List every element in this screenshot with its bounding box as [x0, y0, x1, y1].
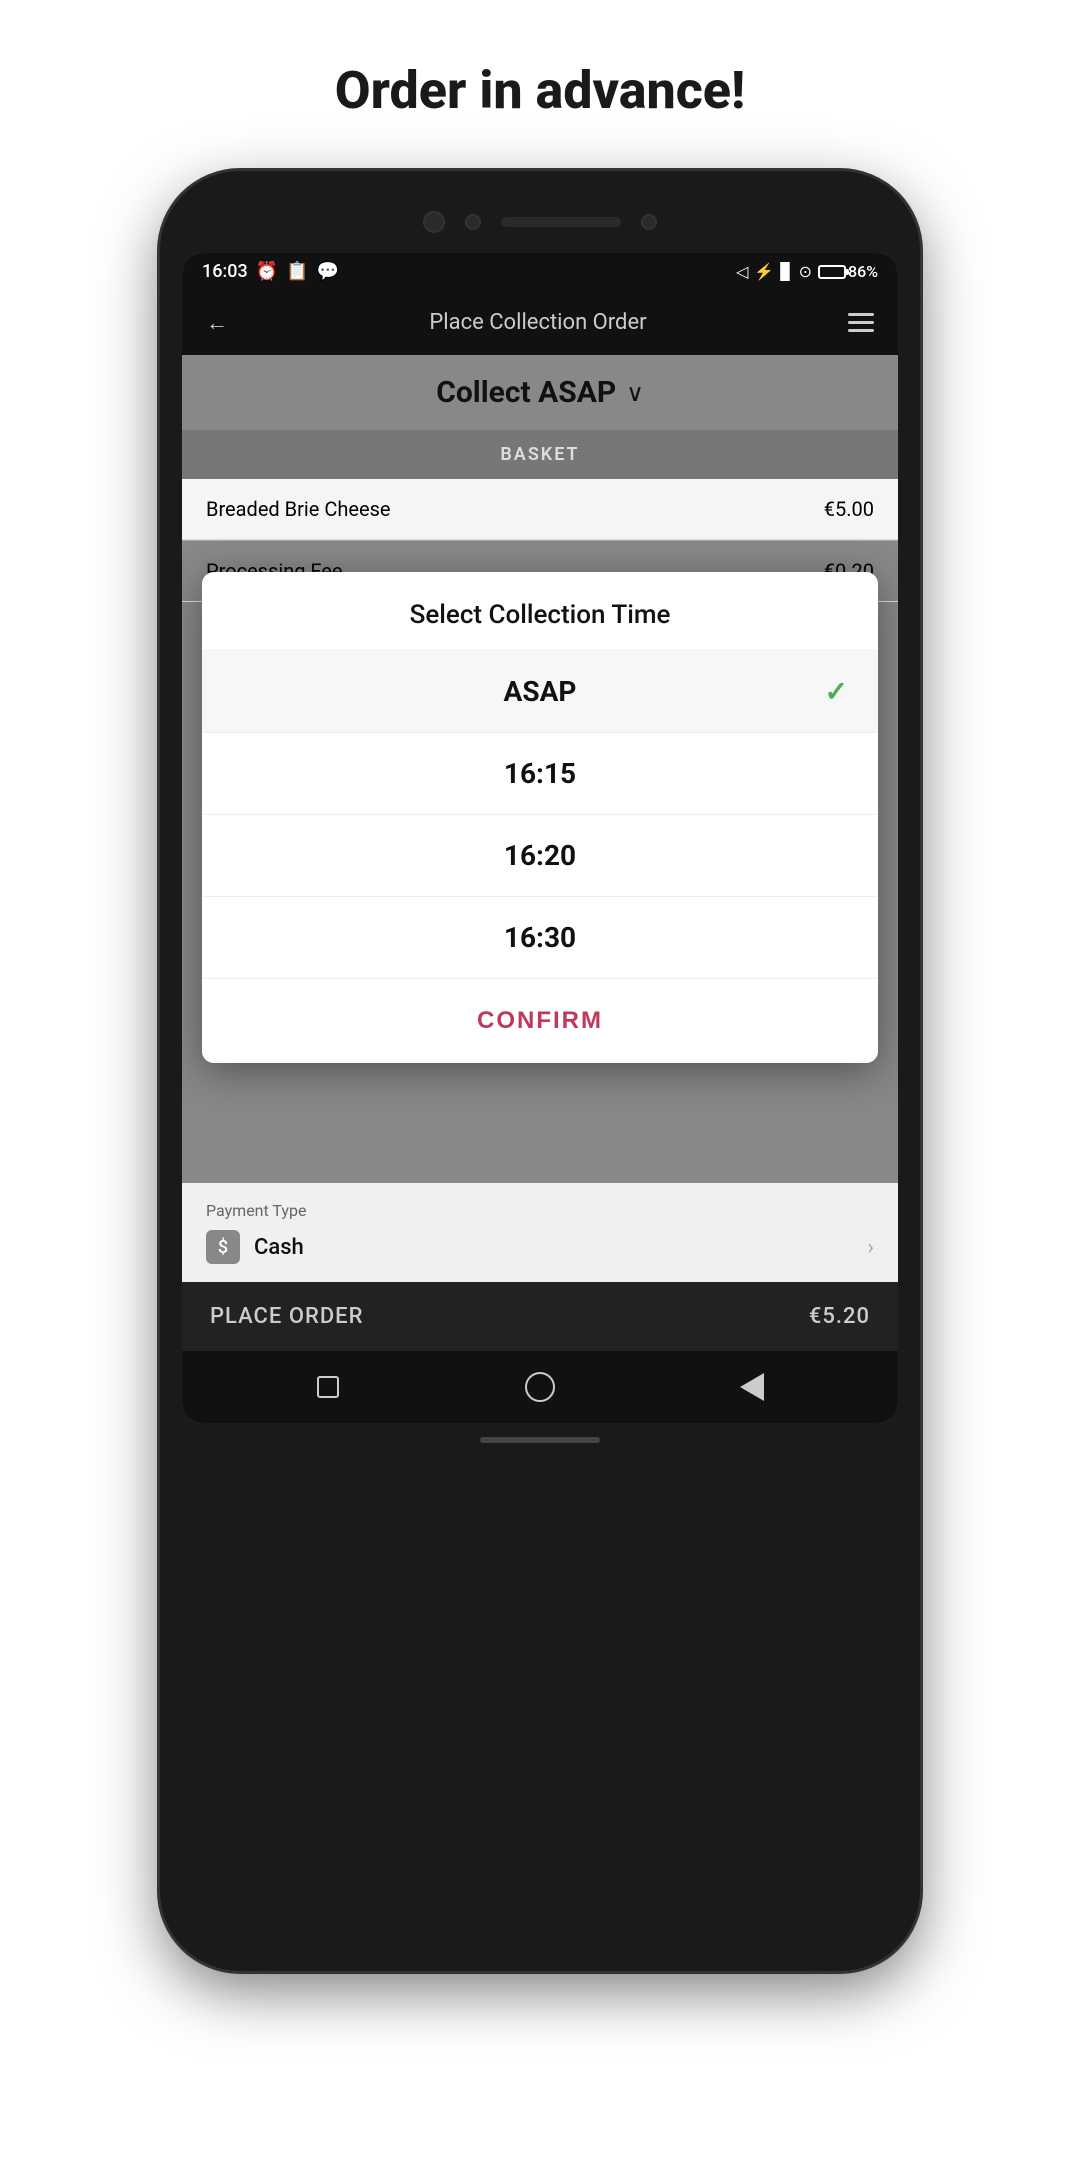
time-option-1630[interactable]: 16:30 [202, 897, 878, 979]
nav-home-button[interactable] [522, 1369, 558, 1405]
collect-label: Collect ASAP [436, 375, 616, 410]
bottom-nav [182, 1351, 898, 1423]
whatsapp-icon: 💬 [317, 261, 339, 282]
payment-row[interactable]: $ Cash › [206, 1230, 874, 1264]
modal-overlay: Select Collection Time ASAP ✓ 16:15 16:2… [182, 572, 898, 1063]
item-price-brie: €5.00 [824, 497, 874, 521]
collect-bar[interactable]: Collect ASAP ∨ [182, 355, 898, 430]
payment-section: Payment Type $ Cash › [182, 1183, 898, 1282]
header-title: Place Collection Order [429, 310, 646, 335]
menu-button[interactable] [848, 308, 874, 337]
basket-header: BASKET [182, 430, 898, 479]
time-option-asap-label: ASAP [504, 675, 577, 708]
status-time: 16:03 [202, 261, 248, 282]
chevron-right-icon: › [867, 1235, 874, 1260]
sensor [641, 214, 657, 230]
below-modal [182, 1063, 898, 1183]
sim-icon: 📋 [286, 261, 308, 282]
cash-icon: $ [206, 1230, 240, 1264]
confirm-button[interactable]: CONFIRM [202, 979, 878, 1063]
back-button[interactable]: ← [206, 310, 228, 336]
status-left: 16:03 ⏰ 📋 💬 [202, 261, 339, 282]
status-right: ◁ ⚡ ▊ ⊙ 86% [736, 262, 878, 281]
speaker [501, 217, 621, 227]
nav-back-button[interactable] [734, 1369, 770, 1405]
payment-left: $ Cash [206, 1230, 304, 1264]
chevron-down-icon: ∨ [626, 379, 644, 407]
bluetooth-icon: ⚡ [754, 262, 774, 281]
place-order-label: PLACE ORDER [210, 1304, 363, 1329]
phone-shell: 16:03 ⏰ 📋 💬 ◁ ⚡ ▊ ⊙ 86% ← Plac [160, 171, 920, 1971]
signal-icon: ▊ [780, 262, 792, 281]
phone-screen: 16:03 ⏰ 📋 💬 ◁ ⚡ ▊ ⊙ 86% ← Plac [182, 253, 898, 1423]
app-header: ← Place Collection Order [182, 290, 898, 355]
item-name-brie: Breaded Brie Cheese [206, 497, 391, 521]
nav-triangle-icon [740, 1373, 764, 1401]
camera-center [465, 214, 481, 230]
battery-percent: 86% [848, 262, 878, 281]
cash-symbol: $ [218, 1237, 228, 1258]
time-option-1630-label: 16:30 [504, 921, 576, 954]
dialog-title: Select Collection Time [202, 572, 878, 651]
nav-circle-icon [525, 1372, 555, 1402]
time-option-1620-label: 16:20 [504, 839, 576, 872]
payment-type-label: Payment Type [206, 1201, 874, 1220]
collection-time-dialog: Select Collection Time ASAP ✓ 16:15 16:2… [202, 572, 878, 1063]
time-option-1620[interactable]: 16:20 [202, 815, 878, 897]
time-option-asap[interactable]: ASAP ✓ [202, 651, 878, 733]
nav-square-button[interactable] [310, 1369, 346, 1405]
order-total: €5.20 [809, 1304, 870, 1329]
battery-bar: 86% [818, 262, 878, 281]
phone-notch [182, 201, 898, 245]
payment-method: Cash [254, 1235, 304, 1260]
location-icon: ◁ [736, 262, 748, 281]
check-icon: ✓ [825, 675, 848, 708]
camera-left [423, 211, 445, 233]
place-order-bar[interactable]: PLACE ORDER €5.20 [182, 1282, 898, 1351]
time-option-1615[interactable]: 16:15 [202, 733, 878, 815]
battery-icon [818, 265, 846, 279]
basket-item-brie: Breaded Brie Cheese €5.00 [182, 479, 898, 540]
wifi-icon: ⊙ [799, 262, 812, 281]
time-option-1615-label: 16:15 [504, 757, 576, 790]
page-title: Order in advance! [335, 60, 745, 121]
status-bar: 16:03 ⏰ 📋 💬 ◁ ⚡ ▊ ⊙ 86% [182, 253, 898, 290]
home-indicator [480, 1437, 600, 1443]
nav-square-icon [317, 1376, 339, 1398]
phone-bottom [182, 1437, 898, 1443]
alarm-icon: ⏰ [256, 261, 278, 282]
